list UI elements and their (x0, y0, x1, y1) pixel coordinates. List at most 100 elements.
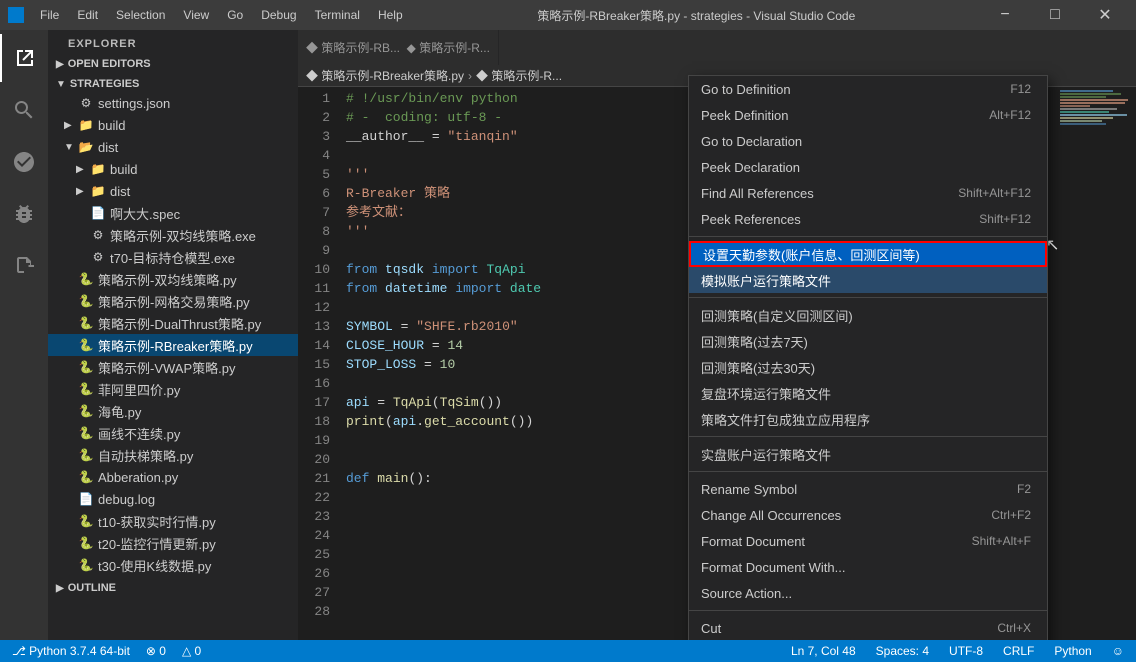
t10-icon: 🐍 (78, 514, 94, 528)
activitybar-debug[interactable] (0, 190, 48, 238)
vscode-logo (8, 7, 24, 23)
close-button[interactable]: ✕ (1082, 0, 1128, 30)
sidebar-item-py-active[interactable]: 🐍 策略示例-RBreaker策略.py (48, 334, 298, 356)
menu-backtest-custom[interactable]: 回测策略(自定义回测区间) (689, 302, 1047, 328)
menu-format-document[interactable]: Format Document Shift+Alt+F (689, 528, 1047, 554)
menu-debug[interactable]: Debug (253, 6, 304, 24)
rename-symbol-shortcut: F2 (1017, 482, 1031, 496)
menu-selection[interactable]: Selection (108, 6, 173, 24)
menu-peek-declaration[interactable]: Peek Declaration (689, 154, 1047, 180)
menu-peek-definition[interactable]: Peek Definition Alt+F12 (689, 102, 1047, 128)
t20-icon: 🐍 (78, 536, 94, 550)
strategies-label: STRATEGIES (70, 78, 139, 90)
py6-label: 菲阿里四价.py (98, 380, 180, 399)
menu-set-params[interactable]: 设置天勤参数(账户信息、回测区间等) (689, 241, 1047, 267)
sidebar-item-py9[interactable]: 🐍 自动扶梯策略.py (48, 444, 298, 466)
sidebar-item-build-inner[interactable]: ▶ 📁 build (48, 158, 298, 180)
menu-cut[interactable]: Cut Ctrl+X (689, 615, 1047, 640)
menu-live[interactable]: 实盘账户运行策略文件 (689, 441, 1047, 467)
menu-backtest-30days[interactable]: 回测策略(过去30天) (689, 354, 1047, 380)
sidebar-item-py7[interactable]: 🐍 海龟.py (48, 400, 298, 422)
menu-source-action[interactable]: Source Action... (689, 580, 1047, 606)
context-menu: Go to Definition F12 Peek Definition Alt… (688, 75, 1048, 640)
sidebar-item-py3[interactable]: 🐍 策略示例-DualThrust策略.py (48, 312, 298, 334)
cut-label: Cut (701, 621, 721, 636)
menu-go[interactable]: Go (219, 6, 251, 24)
sidebar-item-settings[interactable]: ⚙ settings.json (48, 92, 298, 114)
folder-dist-inner-icon: 📁 (90, 184, 106, 198)
sidebar-item-t30[interactable]: 🐍 t30-使用K线数据.py (48, 554, 298, 576)
strategies-header[interactable]: ▼ STRATEGIES (48, 76, 298, 92)
sidebar-item-build-top[interactable]: ▶ 📁 build (48, 114, 298, 136)
menu-goto-declaration[interactable]: Go to Declaration (689, 128, 1047, 154)
format-doc-label: Format Document (701, 534, 805, 549)
cut-shortcut: Ctrl+X (997, 621, 1031, 635)
menu-find-references[interactable]: Find All References Shift+Alt+F12 (689, 180, 1047, 206)
sidebar-item-t20[interactable]: 🐍 t20-监控行情更新.py (48, 532, 298, 554)
sidebar-item-t10[interactable]: 🐍 t10-获取实时行情.py (48, 510, 298, 532)
py9-icon: 🐍 (78, 448, 94, 462)
maximize-button[interactable]: □ (1032, 0, 1078, 30)
statusbar-language[interactable]: Python (1050, 640, 1095, 662)
activitybar-extensions[interactable] (0, 242, 48, 290)
statusbar-spaces[interactable]: Spaces: 4 (872, 640, 933, 662)
strategies-section: ▼ STRATEGIES ⚙ settings.json ▶ 📁 build ▼… (48, 74, 298, 578)
settings-label: settings.json (98, 96, 170, 111)
sidebar-item-log[interactable]: 📄 debug.log (48, 488, 298, 510)
source-action-label: Source Action... (701, 586, 792, 601)
py10-icon: 🐍 (78, 470, 94, 484)
statusbar-eol[interactable]: CRLF (999, 640, 1038, 662)
separator4 (689, 471, 1047, 472)
py5-icon: 🐍 (78, 360, 94, 374)
py2-label: 策略示例-网格交易策略.py (98, 292, 250, 311)
sidebar-item-spec[interactable]: 📄 啊大大.spec (48, 202, 298, 224)
menu-goto-definition[interactable]: Go to Definition F12 (689, 76, 1047, 102)
menu-help[interactable]: Help (370, 6, 411, 24)
menu-peek-references[interactable]: Peek References Shift+F12 (689, 206, 1047, 232)
simulate-label: 模拟账户运行策略文件 (701, 271, 831, 290)
menu-format-with[interactable]: Format Document With... (689, 554, 1047, 580)
folder-build-icon: 📁 (78, 118, 94, 132)
statusbar-encoding[interactable]: UTF-8 (945, 640, 987, 662)
menu-simulate[interactable]: 模拟账户运行策略文件 (689, 267, 1047, 293)
format-doc-shortcut: Shift+Alt+F (972, 534, 1031, 548)
sidebar-item-py10[interactable]: 🐍 Abberation.py (48, 466, 298, 488)
sidebar-item-dist[interactable]: ▼ 📂 dist (48, 136, 298, 158)
sidebar-item-dist-inner[interactable]: ▶ 📁 dist (48, 180, 298, 202)
sidebar-item-exe1[interactable]: ⚙ 策略示例-双均线策略.exe (48, 224, 298, 246)
outline-label: OUTLINE (68, 582, 116, 594)
activitybar-git[interactable] (0, 138, 48, 186)
statusbar-errors[interactable]: ⊗ 0 (142, 640, 170, 662)
statusbar-warnings[interactable]: △ 0 (178, 640, 205, 662)
activitybar-explorer[interactable] (0, 34, 48, 82)
activitybar-search[interactable] (0, 86, 48, 134)
menu-file[interactable]: File (32, 6, 67, 24)
menu-view[interactable]: View (175, 6, 217, 24)
menu-backtest-7days[interactable]: 回测策略(过去7天) (689, 328, 1047, 354)
language-label: Python (1054, 644, 1091, 658)
sidebar-item-py1[interactable]: 🐍 策略示例-双均线策略.py (48, 268, 298, 290)
statusbar-python-version[interactable]: ⎇ Python 3.7.4 64-bit (8, 640, 134, 662)
statusbar-position[interactable]: Ln 7, Col 48 (787, 640, 860, 662)
sidebar-item-exe2[interactable]: ⚙ t70-目标持仓模型.exe (48, 246, 298, 268)
sidebar-item-py6[interactable]: 🐍 菲阿里四价.py (48, 378, 298, 400)
minimize-button[interactable]: − (982, 0, 1028, 30)
menu-edit[interactable]: Edit (69, 6, 106, 24)
dist-arrow: ▼ (64, 142, 76, 153)
menu-terminal[interactable]: Terminal (307, 6, 368, 24)
menu-rename-symbol[interactable]: Rename Symbol F2 (689, 476, 1047, 502)
sidebar-item-py5[interactable]: 🐍 策略示例-VWAP策略.py (48, 356, 298, 378)
statusbar-feedback[interactable]: ☺ (1108, 640, 1128, 662)
exe2-label: t70-目标持仓模型.exe (110, 248, 235, 267)
menu-replay[interactable]: 复盘环境运行策略文件 (689, 380, 1047, 406)
sidebar-item-py2[interactable]: 🐍 策略示例-网格交易策略.py (48, 290, 298, 312)
menu-change-occurrences[interactable]: Change All Occurrences Ctrl+F2 (689, 502, 1047, 528)
backtest-7days-label: 回测策略(过去7天) (701, 332, 808, 351)
open-editors-header[interactable]: ▶ OPEN EDITORS (48, 56, 298, 72)
build-arrow: ▶ (64, 120, 76, 131)
py1-icon: 🐍 (78, 272, 94, 286)
outline-header[interactable]: ▶ OUTLINE (48, 580, 298, 596)
errors-label: ⊗ 0 (146, 644, 166, 658)
sidebar-item-py8[interactable]: 🐍 画线不连续.py (48, 422, 298, 444)
menu-package[interactable]: 策略文件打包成独立应用程序 (689, 406, 1047, 432)
